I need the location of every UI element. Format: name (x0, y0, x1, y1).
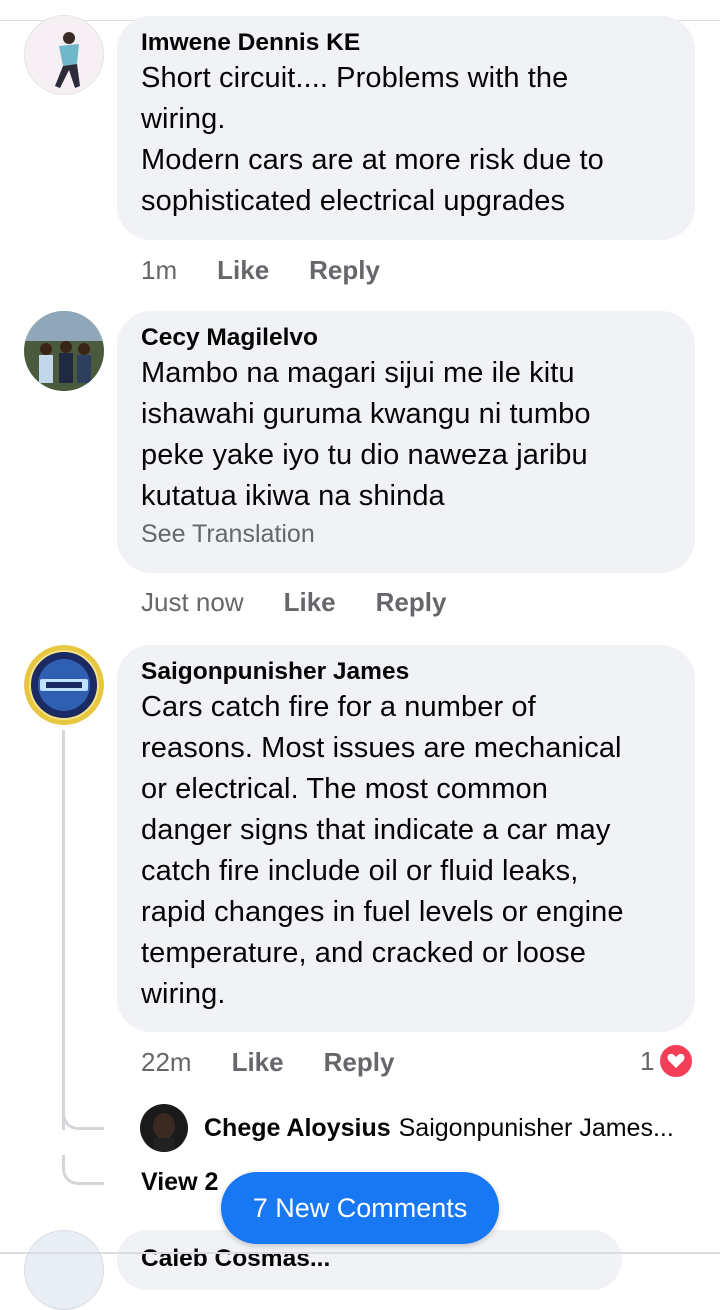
reply-preview[interactable]: Chege Aloysius Saigonpunisher James... (140, 1104, 710, 1152)
avatar[interactable] (24, 1230, 104, 1310)
comment-text: Cars catch fire for a number of reasons.… (141, 687, 671, 1015)
avatar[interactable] (24, 645, 104, 725)
thread-line (62, 730, 65, 1130)
avatar[interactable] (140, 1104, 188, 1152)
comment-line: danger signs that indicate a car may (141, 814, 611, 846)
like-button[interactable]: Like (217, 255, 269, 286)
comment-bubble: Cecy Magilelvo Mambo na magari sijui me … (117, 311, 695, 573)
comment-author[interactable]: Cecy Magilelvo (141, 323, 671, 353)
see-translation-link[interactable]: See Translation (141, 519, 671, 549)
reply-author[interactable]: Chege Aloysius (204, 1114, 391, 1143)
comment-line: catch fire include oil or fluid leaks, (141, 855, 579, 887)
comment-author[interactable]: Saigonpunisher James (141, 657, 671, 687)
comment-line: Short circuit.... Problems with the (141, 62, 569, 94)
comment-line: reasons. Most issues are mechanical (141, 732, 622, 764)
comment-line: temperature, and cracked or loose (141, 937, 586, 969)
comment-bubble: Imwene Dennis KE Short circuit.... Probl… (117, 16, 695, 240)
comment-actions: 1m Like Reply (141, 252, 380, 288)
heart-icon (658, 1043, 695, 1079)
comment-line: Cars catch fire for a number of (141, 691, 536, 723)
reaction-count: 1 (640, 1045, 655, 1076)
bottom-divider (0, 1252, 720, 1254)
comment-actions: Just now Like Reply (141, 584, 446, 620)
comment-line: ishawahi guruma kwangu ni tumbo (141, 398, 591, 430)
comment-text: Mambo na magari sijui me ile kitu ishawa… (141, 353, 671, 517)
reply-button[interactable]: Reply (376, 587, 447, 618)
like-button[interactable]: Like (284, 587, 336, 618)
view-more-replies-link[interactable]: View 2 (141, 1168, 218, 1197)
comment-line: wiring. (141, 978, 226, 1010)
comment-author[interactable]: Caleb Cosmas... (141, 1244, 598, 1274)
reply-button[interactable]: Reply (324, 1047, 395, 1078)
comment-line: or electrical. The most common (141, 773, 548, 805)
comment-time[interactable]: 22m (141, 1047, 192, 1078)
avatar[interactable] (24, 15, 104, 95)
comment-time[interactable]: Just now (141, 587, 244, 618)
reply-button[interactable]: Reply (309, 255, 380, 286)
comment-line: sophisticated electrical upgrades (141, 185, 566, 217)
like-button[interactable]: Like (232, 1047, 284, 1078)
thread-connector (62, 1155, 104, 1185)
reaction-summary[interactable]: 1 (640, 1043, 695, 1079)
comment-time[interactable]: 1m (141, 255, 177, 286)
avatar[interactable] (24, 311, 104, 391)
comment-line: peke yake iyo tu dio naweza jaribu (141, 439, 588, 471)
comment-line: wiring. (141, 103, 226, 135)
comment-text: Short circuit.... Problems with the wiri… (141, 58, 671, 222)
comment-line: Modern cars are at more risk due to (141, 144, 604, 176)
comment-line: kutatua ikiwa na shinda (141, 480, 445, 512)
comment-author[interactable]: Imwene Dennis KE (141, 28, 671, 58)
comment-line: Mambo na magari sijui me ile kitu (141, 357, 575, 389)
comment-actions: 22m Like Reply (141, 1044, 394, 1080)
comment-line: rapid changes in fuel levels or engine (141, 896, 624, 928)
reply-text: Saigonpunisher James... (398, 1113, 674, 1142)
comment-bubble: Saigonpunisher James Cars catch fire for… (117, 645, 695, 1032)
thread-connector (62, 1100, 104, 1130)
new-comments-button[interactable]: 7 New Comments (221, 1172, 499, 1244)
